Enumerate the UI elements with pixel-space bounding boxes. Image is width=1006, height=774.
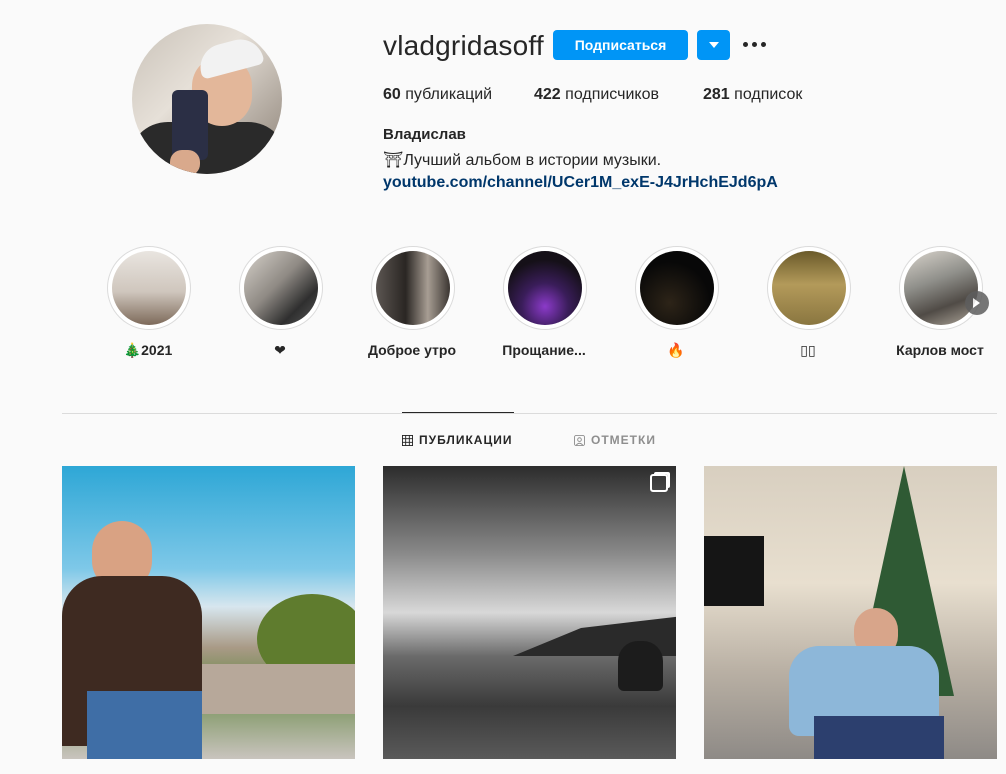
followers-label: подписчиков <box>565 86 659 103</box>
highlight-cover <box>508 251 582 325</box>
profile-username: vladgridasoff <box>383 30 544 61</box>
highlight-label: 🔥 <box>667 342 685 358</box>
highlight-item[interactable]: ▯▯ <box>766 246 851 358</box>
profile-full-name: Владислав <box>383 126 466 143</box>
highlight-cover <box>640 251 714 325</box>
highlight-item[interactable]: Карлов мост <box>896 246 984 358</box>
active-tab-indicator <box>402 412 514 413</box>
post-person <box>618 641 663 691</box>
highlight-label: Доброе утро <box>367 342 457 358</box>
tagged-user-icon <box>574 434 585 446</box>
posts-label: публикаций <box>405 86 493 103</box>
posts-count: 60 <box>383 86 401 103</box>
post-tv <box>704 536 764 606</box>
highlight-ring <box>371 246 455 330</box>
profile-link[interactable]: youtube.com/channel/UCer1M_exE-J4JrHchEJ… <box>383 174 778 192</box>
highlight-cover <box>772 251 846 325</box>
stat-following[interactable]: 281 подписок <box>703 86 802 104</box>
highlight-cover <box>112 251 186 325</box>
highlight-cover <box>376 251 450 325</box>
post-thumbnail[interactable] <box>704 466 997 759</box>
post-person-jeans <box>87 691 202 759</box>
highlight-item[interactable]: Прощание... <box>502 246 587 358</box>
following-label: подписок <box>734 86 803 103</box>
post-thumbnail[interactable] <box>62 466 355 759</box>
highlight-label: ▯▯ <box>800 342 816 358</box>
highlight-ring <box>899 246 983 330</box>
avatar-hand <box>170 150 200 174</box>
highlight-label: ❤ <box>274 342 286 358</box>
more-options-icon[interactable] <box>743 42 767 48</box>
tab-posts-label: ПУБЛИКАЦИИ <box>419 433 513 447</box>
multiple-photos-icon <box>650 474 668 492</box>
highlight-item[interactable]: 🔥 <box>634 246 719 358</box>
tabs-divider <box>62 413 997 414</box>
post-thumbnail[interactable] <box>383 466 676 759</box>
grid-icon <box>402 434 413 446</box>
highlight-ring <box>107 246 191 330</box>
highlight-item[interactable]: Доброе утро <box>368 246 456 358</box>
tab-tagged-label: ОТМЕТКИ <box>591 433 656 447</box>
post-image-bg <box>383 466 676 759</box>
post-person-jeans <box>814 716 944 759</box>
stat-posts: 60 публикаций <box>383 86 492 104</box>
following-count: 281 <box>703 86 730 103</box>
highlight-ring <box>503 246 587 330</box>
highlight-label: Карлов мост <box>896 342 984 358</box>
stat-followers[interactable]: 422 подписчиков <box>534 86 659 104</box>
highlight-ring <box>239 246 323 330</box>
suggestions-dropdown-button[interactable] <box>697 30 730 60</box>
profile-avatar[interactable] <box>132 24 282 174</box>
tab-posts[interactable]: ПУБЛИКАЦИИ <box>402 433 512 447</box>
highlight-label: 🎄2021 <box>123 342 173 358</box>
highlight-ring <box>635 246 719 330</box>
post-wall <box>202 664 355 714</box>
profile-bio: ⛩Лучший альбом в истории музыки. <box>383 152 662 169</box>
highlight-label: Прощание... <box>502 342 586 358</box>
highlight-item[interactable]: 🎄2021 <box>106 246 191 358</box>
follow-button[interactable]: Подписаться <box>553 30 688 60</box>
highlight-item[interactable]: ❤ <box>238 246 323 358</box>
highlight-cover <box>904 251 978 325</box>
tab-tagged[interactable]: ОТМЕТКИ <box>574 433 656 447</box>
highlight-ring <box>767 246 851 330</box>
chevron-right-icon[interactable] <box>965 291 989 315</box>
followers-count: 422 <box>534 86 561 103</box>
highlight-cover <box>244 251 318 325</box>
